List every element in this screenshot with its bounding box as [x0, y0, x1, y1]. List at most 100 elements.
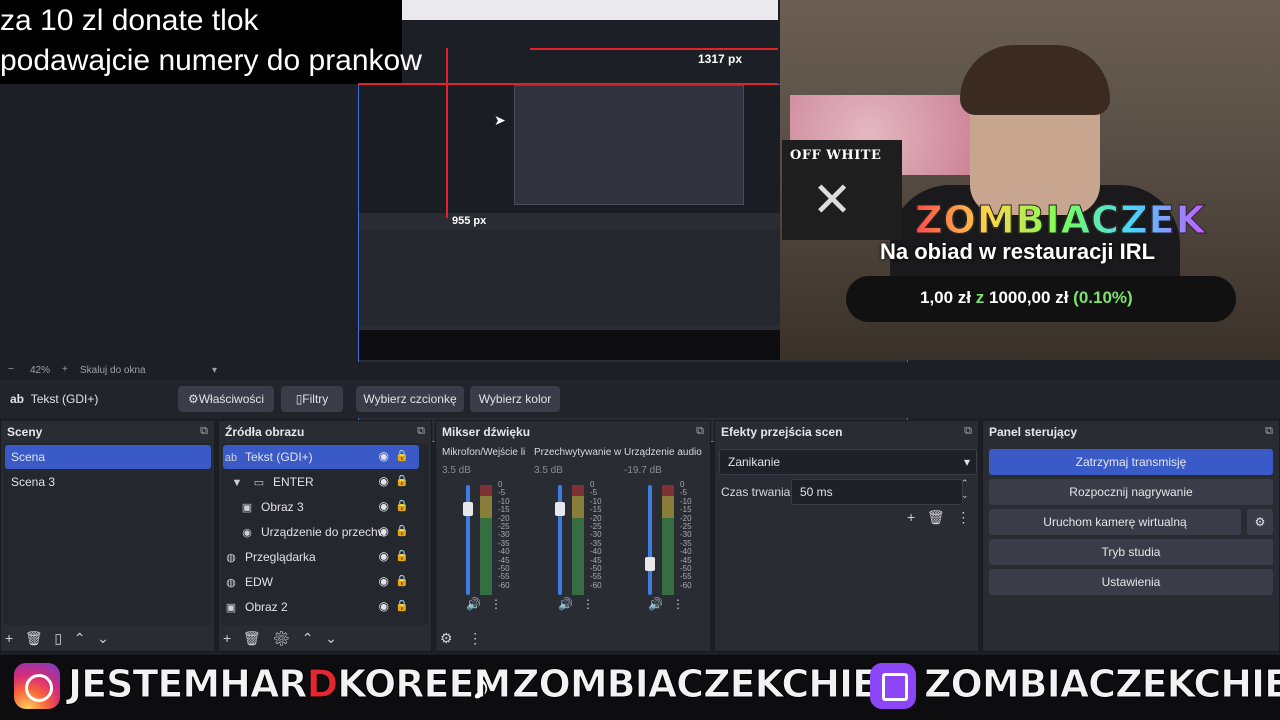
filters-button[interactable]: ▯Filtry [281, 386, 343, 412]
source-label: Obraz 2 [245, 600, 288, 614]
source-toolbar: ab Tekst (GDI+) ⚙Właściwości ▯Filtry Wyb… [0, 380, 1280, 418]
trash-icon[interactable]: 🗑 [243, 630, 261, 646]
donation-goal-progress: 1,00 zł z 1000,00 zł (0.10%) [920, 288, 1133, 308]
zoom-out-button[interactable]: − [8, 364, 14, 375]
trash-icon[interactable]: 🗑 [927, 509, 945, 525]
source-item[interactable]: ▣ Obraz 2 [223, 595, 419, 619]
eye-icon[interactable]: ◉ [379, 599, 389, 613]
speaker-icon[interactable]: 🔊 [648, 597, 663, 611]
more-icon[interactable]: ⋮ [490, 597, 502, 611]
gear-icon[interactable]: ⚙ [272, 630, 290, 646]
ig-handle-part: JESTEMHAR [68, 662, 309, 707]
undock-icon[interactable]: ⧉ [696, 425, 704, 438]
chevron-up-icon[interactable]: ⌃ [74, 630, 86, 646]
scene-item[interactable]: Scena 3 [5, 470, 211, 494]
lock-icon[interactable]: 🔒 [395, 549, 409, 562]
lock-icon[interactable]: 🔒 [395, 474, 409, 487]
eye-icon[interactable]: ◉ [379, 474, 389, 488]
eye-icon[interactable]: ◉ [379, 524, 389, 538]
text-source-icon: ab [10, 392, 25, 406]
px-measure-top: 1317 px [698, 52, 743, 66]
transition-select[interactable]: Zanikanie ▾ [719, 449, 977, 475]
lock-icon[interactable]: 🔒 [395, 449, 409, 462]
zoom-in-button[interactable]: + [62, 364, 68, 375]
zoom-percent[interactable]: 42% [30, 365, 50, 376]
add-icon[interactable]: + [907, 509, 915, 525]
lock-icon[interactable]: 🔒 [395, 499, 409, 512]
properties-button[interactable]: ⚙Właściwości [178, 386, 274, 412]
lock-icon[interactable]: 🔒 [395, 574, 409, 587]
more-icon[interactable]: ⋮ [468, 630, 482, 646]
source-item[interactable]: ab Tekst (GDI+) [223, 445, 419, 469]
eye-icon[interactable]: ◉ [379, 549, 389, 563]
volume-slider-handle[interactable] [463, 502, 473, 517]
studio-mode-button[interactable]: Tryb studia [989, 539, 1273, 565]
chevron-down-icon: ▾ [963, 455, 970, 469]
chevron-down-icon[interactable]: ⌄ [97, 630, 109, 646]
more-icon[interactable]: ⋮ [672, 597, 684, 611]
speaker-icon[interactable]: 🔊 [558, 597, 573, 611]
mixer-channel: Urządzenie audio -19.7 dB 0 -5 -10 -15 -20 -25-… [624, 445, 714, 621]
goal-current: 1,00 zł [920, 288, 972, 307]
undock-icon[interactable]: ⧉ [1265, 425, 1273, 438]
source-item[interactable]: ◉ Urządzenie do przechw [223, 520, 419, 544]
zoom-bar: − 42% + Skaluj do okna ▾ [0, 362, 1280, 380]
transitions-dock: Efekty przejścia scen ⧉ Zanikanie ▾ Czas… [714, 420, 979, 652]
audio-meter [572, 485, 584, 595]
preview-area[interactable] [0, 84, 908, 442]
add-icon[interactable]: + [223, 630, 231, 646]
duration-input[interactable]: 50 ms [791, 479, 963, 505]
source-item[interactable]: ◍ EDW [223, 570, 419, 594]
gear-icon[interactable]: ⚙ [440, 630, 453, 646]
add-icon[interactable]: + [5, 630, 13, 646]
more-icon[interactable]: ⋮ [582, 597, 594, 611]
undock-icon[interactable]: ⧉ [200, 425, 208, 438]
px-measure-mid: 955 px [452, 215, 487, 227]
globe-icon: ◍ [226, 577, 236, 589]
speaker-icon[interactable]: 🔊 [466, 597, 481, 611]
eye-icon[interactable]: ◉ [379, 449, 389, 463]
volume-slider-handle[interactable] [555, 502, 565, 517]
source-item[interactable]: ▣ Obraz 3 [223, 495, 419, 519]
chevron-up-icon[interactable]: ⌃ [302, 630, 314, 646]
trash-icon[interactable]: 🗑 [25, 630, 43, 646]
transition-value: Zanikanie [728, 455, 781, 469]
source-label: Przeglądarka [245, 550, 316, 564]
db-tick-label: -60 [590, 580, 602, 590]
source-item[interactable]: ▼ ▭ ENTER [223, 470, 419, 494]
channel-name: Mikrofon/Wejście li [442, 447, 526, 458]
image-icon: ▣ [225, 602, 237, 614]
donate-line-2: podawajcie numery do prankow [0, 44, 422, 77]
source-item[interactable]: ◍ Przeglądarka [223, 545, 419, 569]
more-icon[interactable]: ⋮ [956, 509, 970, 525]
tiktok-handle: ZOMBIACZEKCHIEF [511, 662, 903, 707]
duration-stepper[interactable]: ⌃ ⌄ [961, 477, 969, 501]
zoom-mode-select[interactable]: Skaluj do okna [80, 365, 146, 376]
settings-button[interactable]: Ustawienia [989, 569, 1273, 595]
globe-icon: ◍ [226, 552, 236, 564]
chevron-down-icon[interactable]: ▼ [229, 471, 245, 494]
gear-icon[interactable]: ⚙ [1247, 509, 1273, 535]
choose-font-button[interactable]: Wybierz czcionkę [356, 386, 464, 412]
chevron-down-icon[interactable]: ⌄ [325, 630, 337, 646]
filter-icon[interactable]: ▯ [54, 630, 62, 646]
scene-item[interactable]: Scena [5, 445, 211, 469]
lock-icon[interactable]: 🔒 [395, 599, 409, 612]
chevron-down-icon[interactable]: ▾ [212, 365, 217, 376]
eye-icon[interactable]: ◉ [379, 499, 389, 513]
undock-icon[interactable]: ⧉ [964, 425, 972, 438]
donate-line-1: za 10 zl donate tlok [0, 4, 259, 37]
choose-color-button[interactable]: Wybierz kolor [470, 386, 560, 412]
start-recording-button[interactable]: Rozpocznij nagrywanie [989, 479, 1273, 505]
twitch-handle: ZOMBIACZEKCHIEF [923, 662, 1280, 707]
lock-icon[interactable]: 🔒 [395, 524, 409, 537]
undock-icon[interactable]: ⧉ [417, 425, 425, 438]
mouse-cursor-icon: ➤ [494, 112, 506, 128]
stop-stream-button[interactable]: Zatrzymaj transmisję [989, 449, 1273, 475]
eye-icon[interactable]: ◉ [379, 574, 389, 588]
virtual-camera-button[interactable]: Uruchom kamerę wirtualną [989, 509, 1241, 535]
volume-slider[interactable] [648, 485, 652, 595]
volume-slider-handle[interactable] [645, 557, 655, 572]
off-white-text: OFF WHITE [790, 148, 882, 163]
folder-icon: ▭ [253, 477, 265, 489]
